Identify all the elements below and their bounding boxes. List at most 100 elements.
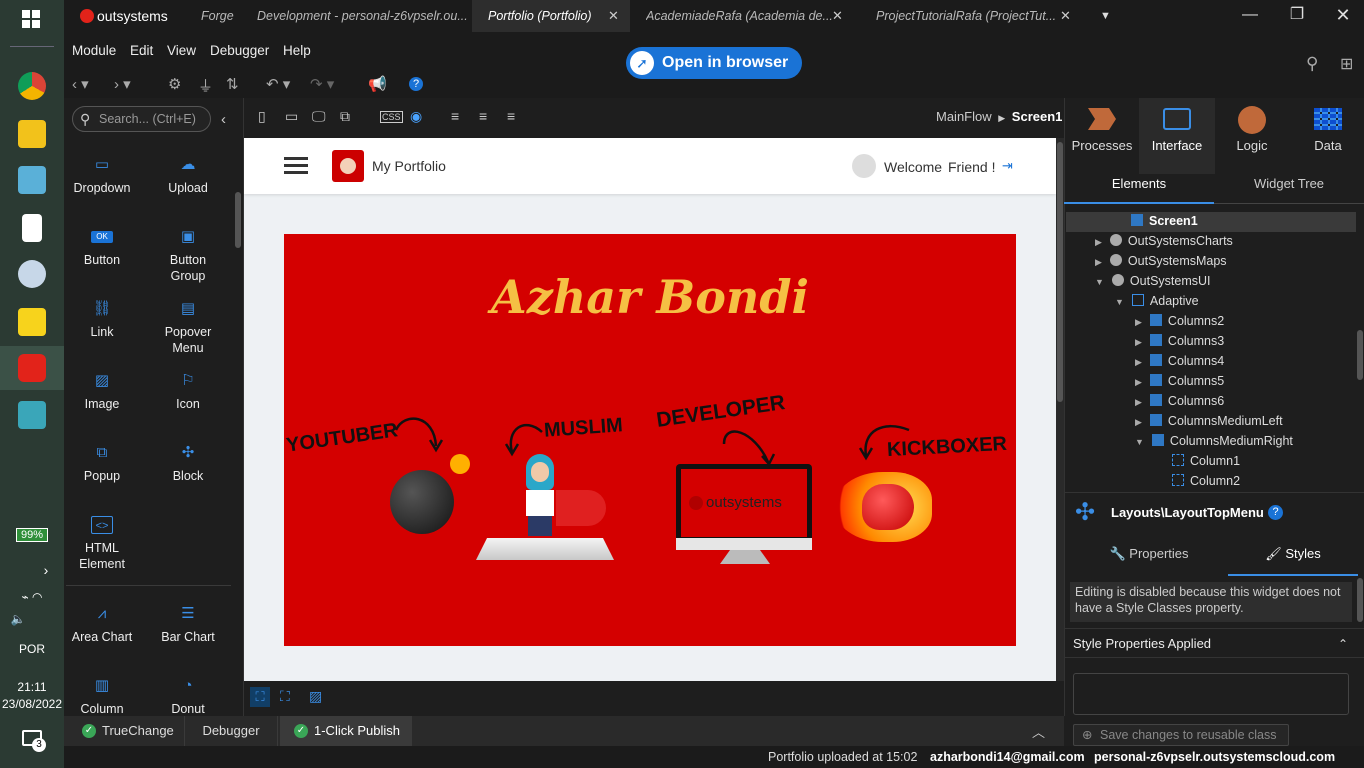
preview-scrollbar[interactable] — [1056, 138, 1064, 681]
expand-icon[interactable]: ▶ — [1135, 397, 1142, 407]
tab-properties[interactable]: 🔧 Properties — [1074, 546, 1224, 574]
network-icon[interactable]: ⌁ ◠ — [0, 590, 64, 604]
tab-outsystems[interactable]: outsystems — [80, 0, 190, 32]
select-mode-icon[interactable]: ⛶ — [250, 687, 270, 707]
collapse-icon[interactable]: ▼ — [1095, 277, 1104, 287]
clock-time[interactable]: 21:11 — [0, 680, 64, 694]
align-left-icon[interactable]: ≡ — [451, 108, 459, 124]
media-icon[interactable] — [18, 401, 46, 429]
redo-icon[interactable]: ↷ ▾ — [310, 75, 334, 93]
desktop-view-icon[interactable]: 🖵 — [312, 108, 326, 125]
widget-block[interactable]: ✣ Block — [145, 444, 231, 484]
close-icon[interactable]: ✕ — [832, 0, 843, 32]
theme-icon[interactable]: ◉ — [410, 108, 422, 125]
tab-projecttutorialrafa[interactable]: ProjectTutorialRafa (ProjectTut... ✕ — [876, 0, 1102, 32]
phone-view-icon[interactable]: ▯ — [258, 108, 266, 125]
close-icon[interactable]: ✕ — [1060, 0, 1071, 32]
battery-indicator[interactable]: 99% — [0, 527, 64, 542]
paint-icon[interactable] — [18, 260, 46, 288]
widget-button[interactable]: OK Button — [59, 228, 145, 268]
widget-upload[interactable]: ☁ Upload — [145, 156, 231, 196]
logout-icon[interactable]: ⇥ — [1002, 158, 1013, 174]
align-right-icon[interactable]: ≡ — [507, 108, 515, 124]
tab-interface[interactable]: Interface — [1139, 98, 1215, 174]
back-icon[interactable]: ‹ ▾ — [72, 75, 89, 93]
avatar[interactable] — [852, 154, 876, 178]
expand-icon[interactable]: ▶ — [1095, 257, 1102, 267]
multi-view-icon[interactable]: ⧉ — [340, 108, 350, 125]
widget-donut[interactable]: ◔ Donut — [145, 677, 231, 717]
windows-start-icon[interactable] — [22, 10, 40, 28]
fullscreen-icon[interactable]: ⛶ — [280, 688, 290, 705]
help-icon[interactable]: ? — [1268, 505, 1283, 520]
tree-item-outsystemsui[interactable]: ▼ OutSystemsUI — [1095, 274, 1211, 288]
tab-data[interactable]: Data — [1290, 98, 1364, 174]
settings-icon[interactable]: ⚙ — [168, 75, 181, 93]
hamburger-menu-icon[interactable] — [284, 157, 308, 175]
widget-bar-chart[interactable]: ☰ Bar Chart — [145, 605, 231, 645]
widget-link[interactable]: ⛓ Link — [59, 300, 145, 340]
tab-elements[interactable]: Elements — [1064, 176, 1214, 204]
undo-icon[interactable]: ↶ ▾ — [266, 75, 290, 93]
restore-icon[interactable]: ❐ — [1274, 0, 1320, 32]
tab-development[interactable]: Development - personal-z6vpselr.ou... — [257, 0, 469, 32]
close-icon[interactable]: ✕ — [608, 0, 619, 32]
screenshot-icon[interactable]: ▨ — [309, 688, 322, 705]
volume-icon[interactable]: 🔈 — [0, 612, 50, 626]
close-window-icon[interactable]: ✕ — [1320, 0, 1364, 32]
truechange-tab[interactable]: ✓ TrueChange — [72, 716, 182, 746]
sticky-notes-icon[interactable] — [18, 308, 46, 336]
file-explorer-icon[interactable] — [18, 120, 46, 148]
save-reusable-class-button[interactable]: ⊕ Save changes to reusable class — [1073, 724, 1289, 746]
tab-logic[interactable]: Logic — [1214, 98, 1290, 174]
chrome-icon[interactable] — [18, 72, 46, 100]
megaphone-icon[interactable]: 📢 — [368, 75, 387, 93]
document-icon[interactable] — [22, 214, 42, 242]
debugger-tab[interactable]: Debugger — [184, 716, 278, 746]
outsystems-icon[interactable] — [18, 354, 46, 382]
one-click-publish-tab[interactable]: ✓ 1-Click Publish — [280, 716, 412, 746]
tab-forge[interactable]: Forge — [201, 0, 261, 32]
tree-item-adaptive[interactable]: ▼ Adaptive — [1115, 294, 1199, 308]
menu-help[interactable]: Help — [283, 43, 311, 58]
tabs-overflow-icon[interactable]: ▼ — [1100, 0, 1120, 32]
widget-popover-menu[interactable]: ▤ Popover Menu — [145, 300, 231, 356]
merge-icon[interactable]: ⇅ — [226, 75, 239, 93]
widget-button-group[interactable]: ▣ Button Group — [145, 228, 231, 284]
collapse-icon[interactable]: ▼ — [1115, 297, 1124, 307]
style-properties-textarea[interactable] — [1073, 673, 1349, 715]
tree-item-column2[interactable]: Column2 — [1172, 474, 1240, 486]
tree-scrollbar[interactable] — [1357, 330, 1363, 380]
tree-item-outsystemscharts[interactable]: ▶ OutSystemsCharts — [1095, 234, 1233, 248]
tree-item-columnsmediumright[interactable]: ▼ ColumnsMediumRight — [1135, 434, 1293, 448]
apps-grid-icon[interactable]: ⊞ — [1340, 54, 1353, 74]
tree-item-columnsmediumleft[interactable]: ▶ ColumnsMediumLeft — [1135, 414, 1283, 428]
expand-panel-icon[interactable]: ︿ — [1032, 722, 1045, 741]
tablet-view-icon[interactable]: ▭ — [285, 108, 298, 125]
expand-icon[interactable]: ▶ — [1095, 237, 1102, 247]
style-properties-section-header[interactable]: Style Properties Applied ⌃ — [1064, 628, 1364, 658]
menu-edit[interactable]: Edit — [130, 43, 153, 58]
tree-item-columns3[interactable]: ▶ Columns3 — [1135, 334, 1224, 348]
widget-image[interactable]: ▨ Image — [59, 372, 145, 412]
widget-icon[interactable]: ⚐ Icon — [145, 372, 231, 412]
toolbox-scrollbar[interactable] — [235, 192, 241, 248]
widget-column[interactable]: ▥ Column — [59, 677, 145, 717]
menu-view[interactable]: View — [167, 43, 196, 58]
menu-debugger[interactable]: Debugger — [210, 43, 269, 58]
chevron-up-icon[interactable]: ⌃ — [1338, 629, 1348, 659]
forward-icon[interactable]: › ▾ — [114, 75, 131, 93]
tab-academiaderafa[interactable]: AcademiadeRafa (Academia de... ✕ — [646, 0, 846, 32]
clock-date[interactable]: 23/08/2022 — [0, 697, 64, 711]
expand-icon[interactable]: ▶ — [1135, 377, 1142, 387]
tree-item-column1[interactable]: Column1 — [1172, 454, 1240, 468]
widget-area-chart[interactable]: ⩘ Area Chart — [59, 605, 145, 645]
expand-icon[interactable]: ▶ — [1135, 357, 1142, 367]
expand-icon[interactable]: ▶ — [1135, 417, 1142, 427]
search-icon[interactable]: ⚲ — [1306, 54, 1318, 74]
widget-popup[interactable]: ⧉ Popup — [59, 444, 145, 484]
open-in-browser-button[interactable]: ➚ Open in browser — [626, 47, 802, 79]
tree-item-columns6[interactable]: ▶ Columns6 — [1135, 394, 1224, 408]
expand-icon[interactable]: ▶ — [1135, 317, 1142, 327]
app-icon[interactable] — [18, 166, 46, 194]
